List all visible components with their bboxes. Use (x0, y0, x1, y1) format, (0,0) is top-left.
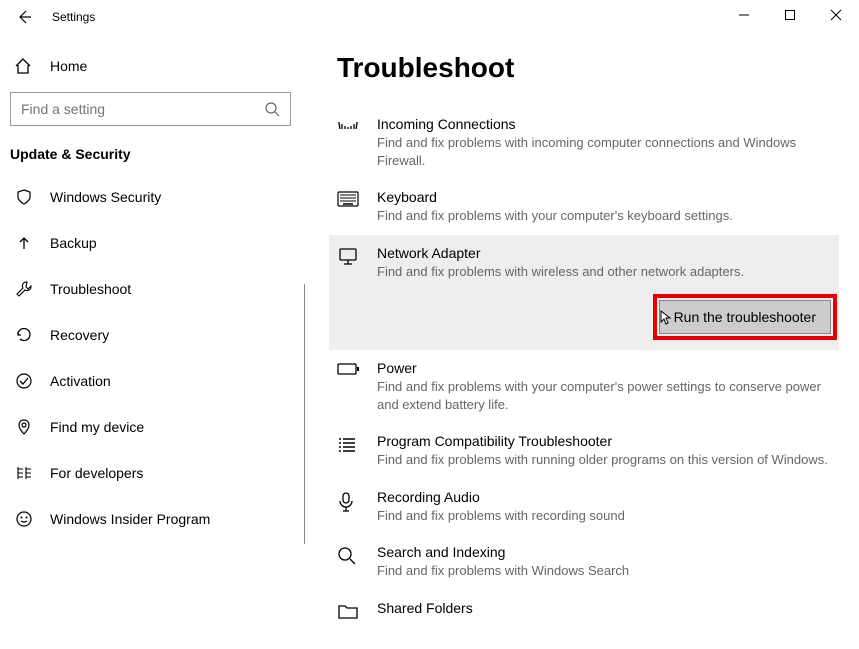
backup-icon (14, 234, 34, 252)
troubleshoot-title: Keyboard (377, 189, 831, 205)
troubleshoot-title: Network Adapter (377, 245, 831, 261)
sidebar-item-label: Recovery (50, 327, 109, 343)
sidebar-item-backup[interactable]: Backup (6, 220, 299, 266)
recovery-icon (14, 326, 34, 344)
close-icon (830, 9, 842, 21)
shield-icon (14, 188, 34, 206)
search-box[interactable] (10, 92, 291, 126)
sidebar-item-find-my-device[interactable]: Find my device (6, 404, 299, 450)
sidebar-item-label: Find my device (50, 419, 144, 435)
sidebar: Home Update & Security Windows Security … (0, 34, 305, 649)
arrow-left-icon (16, 9, 32, 25)
sidebar-item-label: Activation (50, 373, 111, 389)
insider-icon (14, 510, 34, 528)
folder-icon (337, 600, 377, 620)
close-button[interactable] (813, 0, 859, 30)
sidebar-item-activation[interactable]: Activation (6, 358, 299, 404)
troubleshoot-title: Program Compatibility Troubleshooter (377, 433, 831, 449)
troubleshoot-desc: Find and fix problems with your computer… (377, 378, 831, 413)
sidebar-item-label: Troubleshoot (50, 281, 131, 297)
titlebar: Settings (0, 0, 859, 34)
network-adapter-icon (337, 245, 377, 335)
troubleshoot-item-network-adapter[interactable]: Network Adapter Find and fix problems wi… (329, 235, 839, 351)
microphone-icon (337, 489, 377, 525)
troubleshoot-desc: Find and fix problems with running older… (377, 451, 831, 469)
troubleshoot-title: Shared Folders (377, 600, 831, 616)
troubleshoot-desc: Find and fix problems with recording sou… (377, 507, 831, 525)
window-title: Settings (52, 10, 95, 24)
minimize-button[interactable] (721, 0, 767, 30)
troubleshoot-desc: Find and fix problems with incoming comp… (377, 134, 831, 169)
sidebar-item-windows-insider[interactable]: Windows Insider Program (6, 496, 299, 542)
run-troubleshooter-button[interactable]: Run the troubleshooter (659, 300, 831, 334)
developers-icon (14, 464, 34, 482)
search-icon (264, 101, 280, 117)
troubleshoot-item-keyboard[interactable]: Keyboard Find and fix problems with your… (337, 179, 831, 235)
troubleshoot-title: Power (377, 360, 831, 376)
troubleshoot-item-power[interactable]: Power Find and fix problems with your co… (337, 350, 831, 423)
troubleshoot-item-shared-folders[interactable]: Shared Folders (337, 590, 831, 630)
sidebar-item-label: Windows Insider Program (50, 511, 210, 527)
home-icon (14, 57, 34, 75)
incoming-connections-icon (337, 116, 377, 169)
sidebar-item-troubleshoot[interactable]: Troubleshoot (6, 266, 299, 312)
maximize-icon (784, 9, 796, 21)
search-input[interactable] (21, 101, 264, 117)
troubleshoot-title: Incoming Connections (377, 116, 831, 132)
minimize-icon (738, 9, 750, 21)
home-button[interactable]: Home (6, 46, 299, 86)
troubleshoot-desc: Find and fix problems with Windows Searc… (377, 562, 831, 580)
troubleshoot-title: Search and Indexing (377, 544, 831, 560)
sidebar-item-label: For developers (50, 465, 143, 481)
search-icon (337, 544, 377, 580)
battery-icon (337, 360, 377, 413)
check-circle-icon (14, 372, 34, 390)
wrench-icon (14, 280, 34, 298)
sidebar-item-windows-security[interactable]: Windows Security (6, 174, 299, 220)
troubleshoot-item-program-compatibility[interactable]: Program Compatibility Troubleshooter Fin… (337, 423, 831, 479)
keyboard-icon (337, 189, 377, 225)
list-icon (337, 433, 377, 469)
home-label: Home (50, 58, 87, 74)
sidebar-item-label: Backup (50, 235, 97, 251)
page-title: Troubleshoot (337, 52, 831, 84)
location-icon (14, 418, 34, 436)
content: Troubleshoot Incoming Connections Find a… (305, 34, 859, 649)
troubleshoot-item-search-indexing[interactable]: Search and Indexing Find and fix problem… (337, 534, 831, 590)
maximize-button[interactable] (767, 0, 813, 30)
troubleshoot-title: Recording Audio (377, 489, 831, 505)
troubleshoot-desc: Find and fix problems with your computer… (377, 207, 831, 225)
sidebar-item-for-developers[interactable]: For developers (6, 450, 299, 496)
sidebar-item-label: Windows Security (50, 189, 161, 205)
troubleshoot-item-incoming-connections[interactable]: Incoming Connections Find and fix proble… (337, 106, 831, 179)
window-controls (721, 0, 859, 30)
sidebar-item-recovery[interactable]: Recovery (6, 312, 299, 358)
back-button[interactable] (8, 1, 40, 33)
troubleshoot-item-recording-audio[interactable]: Recording Audio Find and fix problems wi… (337, 479, 831, 535)
troubleshoot-desc: Find and fix problems with wireless and … (377, 263, 831, 281)
section-label: Update & Security (6, 140, 299, 174)
